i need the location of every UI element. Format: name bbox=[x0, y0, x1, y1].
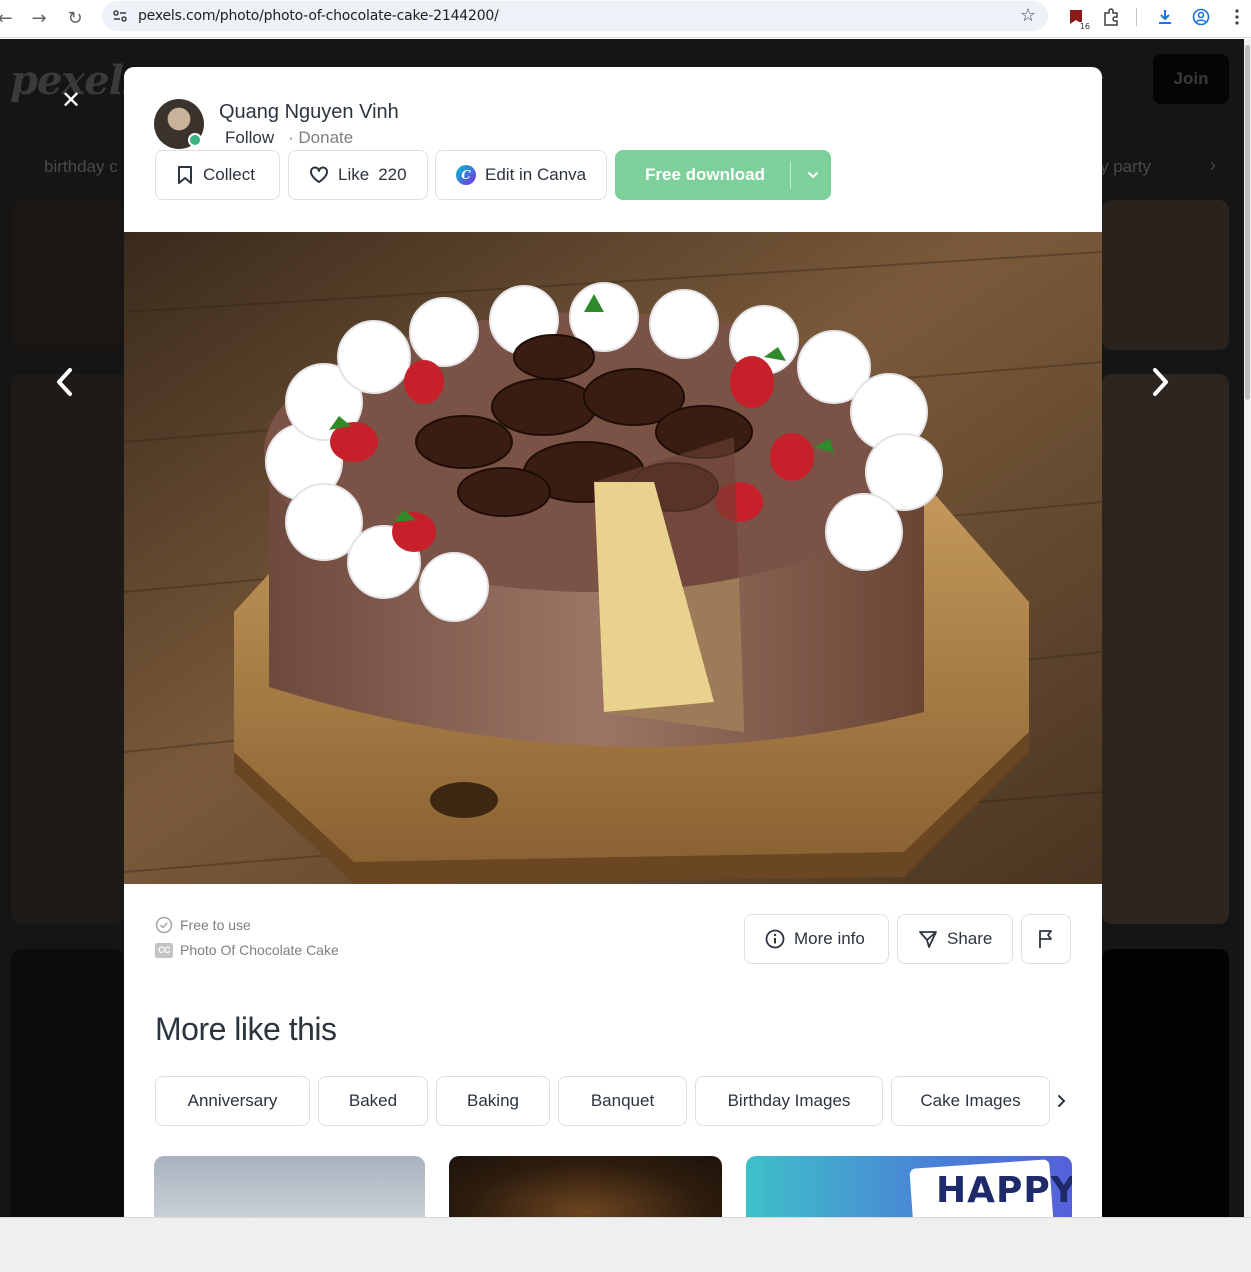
like-button[interactable]: Like 220 bbox=[288, 150, 428, 200]
canva-label: Edit in Canva bbox=[485, 165, 587, 184]
photo-title: Photo Of Chocolate Cake bbox=[180, 942, 339, 958]
address-bar[interactable]: pexels.com/photo/photo-of-chocolate-cake… bbox=[102, 1, 1048, 31]
background-card bbox=[11, 949, 124, 1217]
podcast-title: HAPPY bbox=[936, 1170, 1072, 1211]
background-tag-right: y party bbox=[1100, 157, 1152, 176]
share-label: Share bbox=[947, 929, 993, 948]
cc-icon: CC bbox=[155, 942, 173, 958]
more-info-label: More info bbox=[794, 929, 865, 948]
close-icon[interactable]: ✕ bbox=[58, 86, 84, 114]
bookmark-icon bbox=[178, 166, 192, 184]
toolbar-divider bbox=[1136, 8, 1137, 26]
like-label: Like bbox=[338, 165, 370, 184]
background-tags-arrow: › bbox=[1210, 155, 1216, 175]
free-download-button[interactable]: Free download bbox=[615, 150, 831, 200]
puzzle-icon[interactable] bbox=[1099, 5, 1123, 29]
background-card bbox=[1102, 374, 1229, 924]
tag-chip-birthday-images[interactable]: Birthday Images bbox=[695, 1076, 883, 1126]
download-icon[interactable] bbox=[1153, 5, 1177, 29]
scrollbar-thumb[interactable] bbox=[1245, 45, 1250, 400]
related-photo[interactable] bbox=[154, 1156, 425, 1217]
related-photo[interactable]: HAPPY bbox=[746, 1156, 1072, 1217]
chevron-right-icon[interactable] bbox=[1140, 360, 1180, 404]
like-count: 220 bbox=[378, 165, 407, 184]
check-circle-icon bbox=[155, 916, 173, 934]
verified-badge bbox=[188, 133, 202, 147]
extension-icon[interactable]: 16 bbox=[1064, 5, 1091, 31]
site-info-icon[interactable] bbox=[111, 7, 129, 25]
tag-chip-anniversary[interactable]: Anniversary bbox=[155, 1076, 310, 1126]
donate-link[interactable]: · Donate bbox=[288, 128, 353, 148]
extension-badge: 16 bbox=[1078, 22, 1091, 31]
download-label: Free download bbox=[645, 165, 765, 184]
photo-modal: Quang Nguyen Vinh Follow · Donate Collec… bbox=[124, 67, 1102, 1217]
url-text[interactable]: pexels.com/photo/photo-of-chocolate-cake… bbox=[138, 8, 499, 24]
more-like-this-heading: More like this bbox=[155, 1011, 337, 1047]
join-button: Join bbox=[1153, 54, 1229, 104]
report-button[interactable] bbox=[1021, 914, 1071, 964]
related-photo[interactable] bbox=[449, 1156, 722, 1217]
tag-chip-banquet[interactable]: Banquet bbox=[558, 1076, 687, 1126]
background-card bbox=[1102, 200, 1229, 350]
heart-icon bbox=[310, 166, 328, 183]
background-tag-left: birthday c bbox=[44, 157, 118, 176]
license-label[interactable]: Free to use bbox=[180, 917, 251, 933]
flag-icon bbox=[1039, 930, 1052, 948]
collect-button[interactable]: Collect bbox=[155, 150, 280, 200]
profile-icon[interactable] bbox=[1189, 5, 1213, 29]
share-button[interactable]: Share bbox=[897, 914, 1013, 964]
tag-chip-cake-images[interactable]: Cake Images bbox=[891, 1076, 1050, 1126]
follow-link[interactable]: Follow bbox=[225, 128, 274, 148]
star-icon[interactable]: ☆ bbox=[1020, 5, 1036, 26]
menu-icon[interactable] bbox=[1225, 5, 1249, 29]
browser-toolbar: ← → ↻ pexels.com/photo/photo-of-chocolat… bbox=[0, 0, 1251, 38]
chevron-down-icon[interactable] bbox=[801, 163, 825, 187]
chevron-right-icon[interactable] bbox=[1049, 1089, 1073, 1113]
background-card bbox=[11, 200, 124, 350]
download-divider bbox=[790, 161, 791, 189]
browser-bottom-bar bbox=[0, 1217, 1251, 1272]
reload-icon[interactable]: ↻ bbox=[62, 5, 88, 31]
tag-chip-baked[interactable]: Baked bbox=[318, 1076, 428, 1126]
share-icon bbox=[919, 931, 937, 948]
canva-icon: C bbox=[456, 165, 476, 185]
background-card bbox=[11, 374, 124, 924]
info-icon bbox=[765, 929, 785, 949]
author-name[interactable]: Quang Nguyen Vinh bbox=[219, 101, 399, 124]
background-card bbox=[1102, 949, 1229, 1217]
chevron-left-icon[interactable] bbox=[45, 360, 85, 404]
collect-label: Collect bbox=[203, 165, 255, 184]
forward-icon[interactable]: → bbox=[26, 5, 52, 31]
free-to-use: Free to use bbox=[155, 916, 251, 934]
page-scrollbar[interactable] bbox=[1244, 39, 1251, 1217]
back-icon[interactable]: ← bbox=[0, 5, 18, 31]
photo-title-row: CC Photo Of Chocolate Cake bbox=[155, 942, 339, 958]
more-info-button[interactable]: More info bbox=[744, 914, 889, 964]
tag-chip-baking[interactable]: Baking bbox=[436, 1076, 550, 1126]
main-photo[interactable] bbox=[124, 232, 1102, 884]
edit-in-canva-button[interactable]: C Edit in Canva bbox=[435, 150, 607, 200]
